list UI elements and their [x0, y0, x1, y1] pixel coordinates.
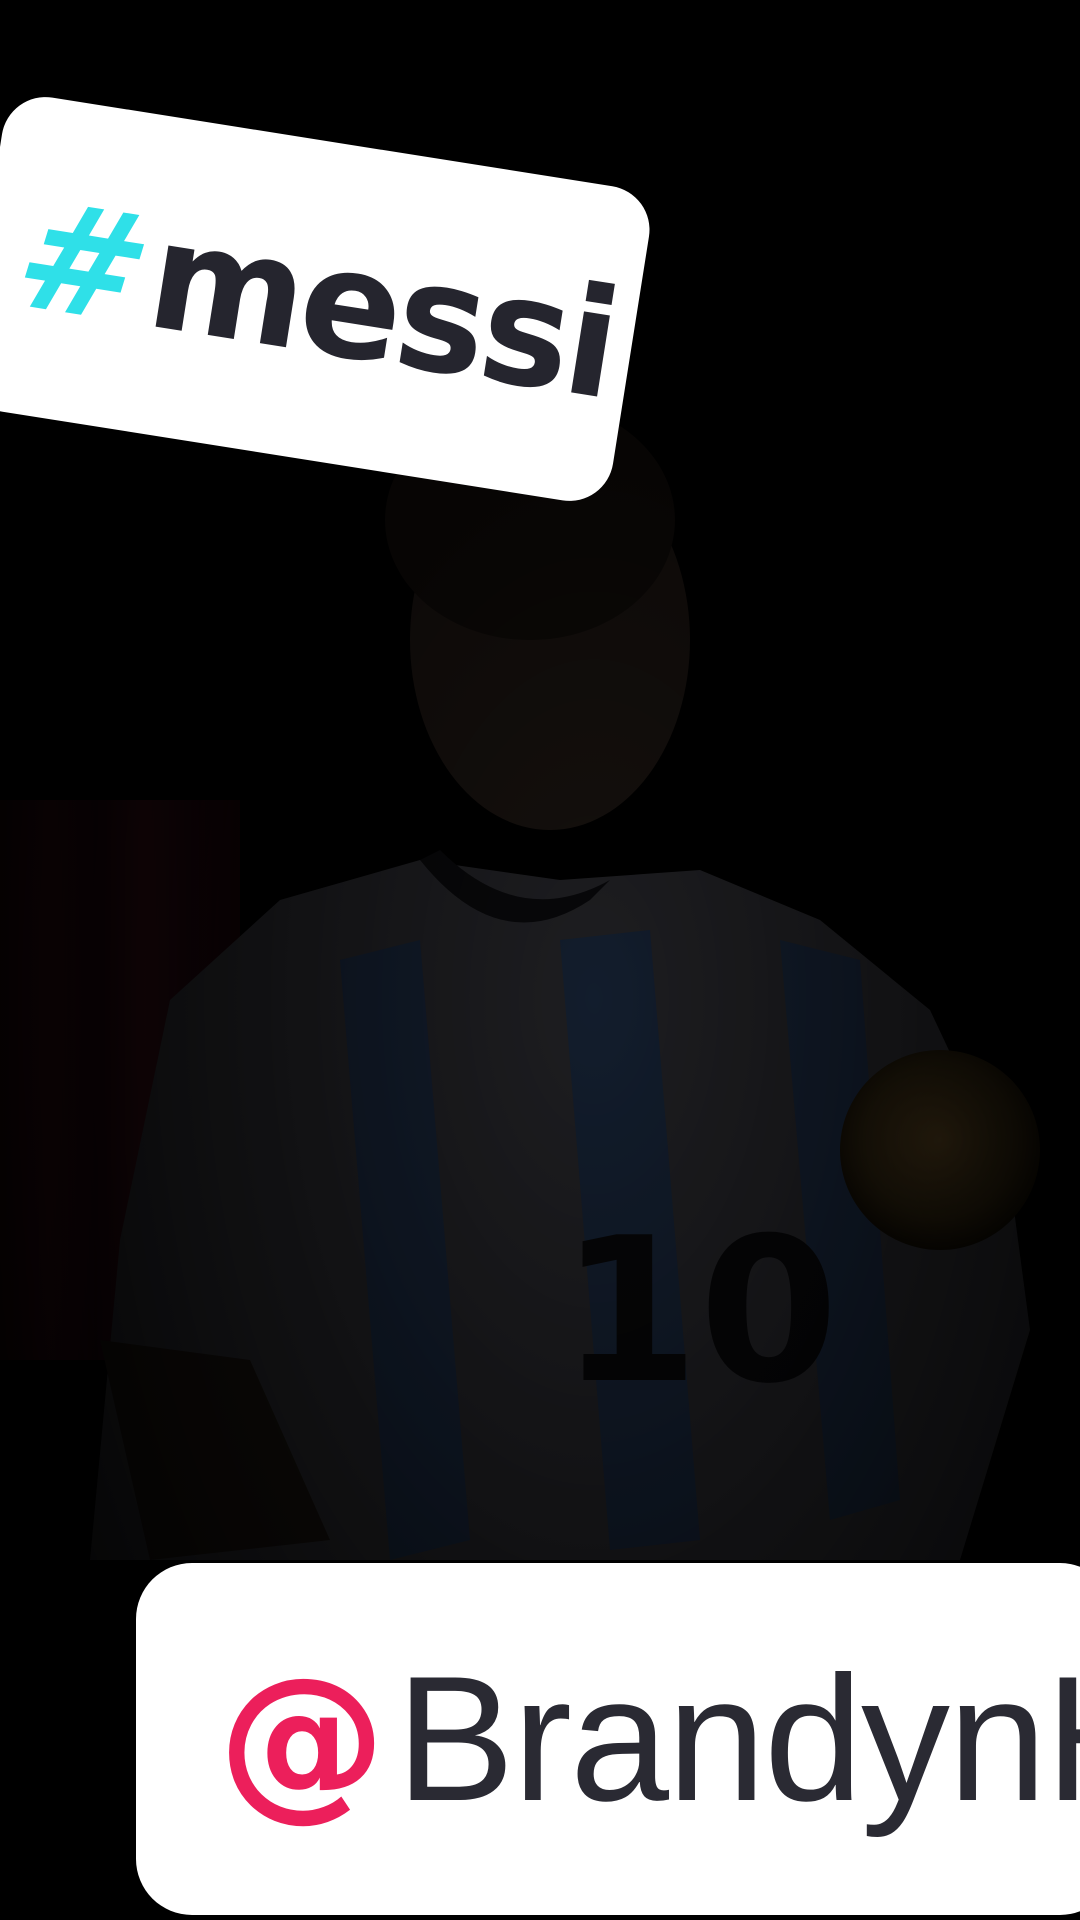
- mention-username: BrandynH: [396, 1639, 1080, 1838]
- mention-icon: @: [218, 1641, 386, 1837]
- hashtag-icon: #: [0, 169, 172, 358]
- story-frame: 10 # messi @ BrandynH: [0, 0, 1080, 1920]
- hashtag-text: messi: [137, 188, 628, 434]
- mention-sticker[interactable]: @ BrandynH: [136, 1563, 1080, 1915]
